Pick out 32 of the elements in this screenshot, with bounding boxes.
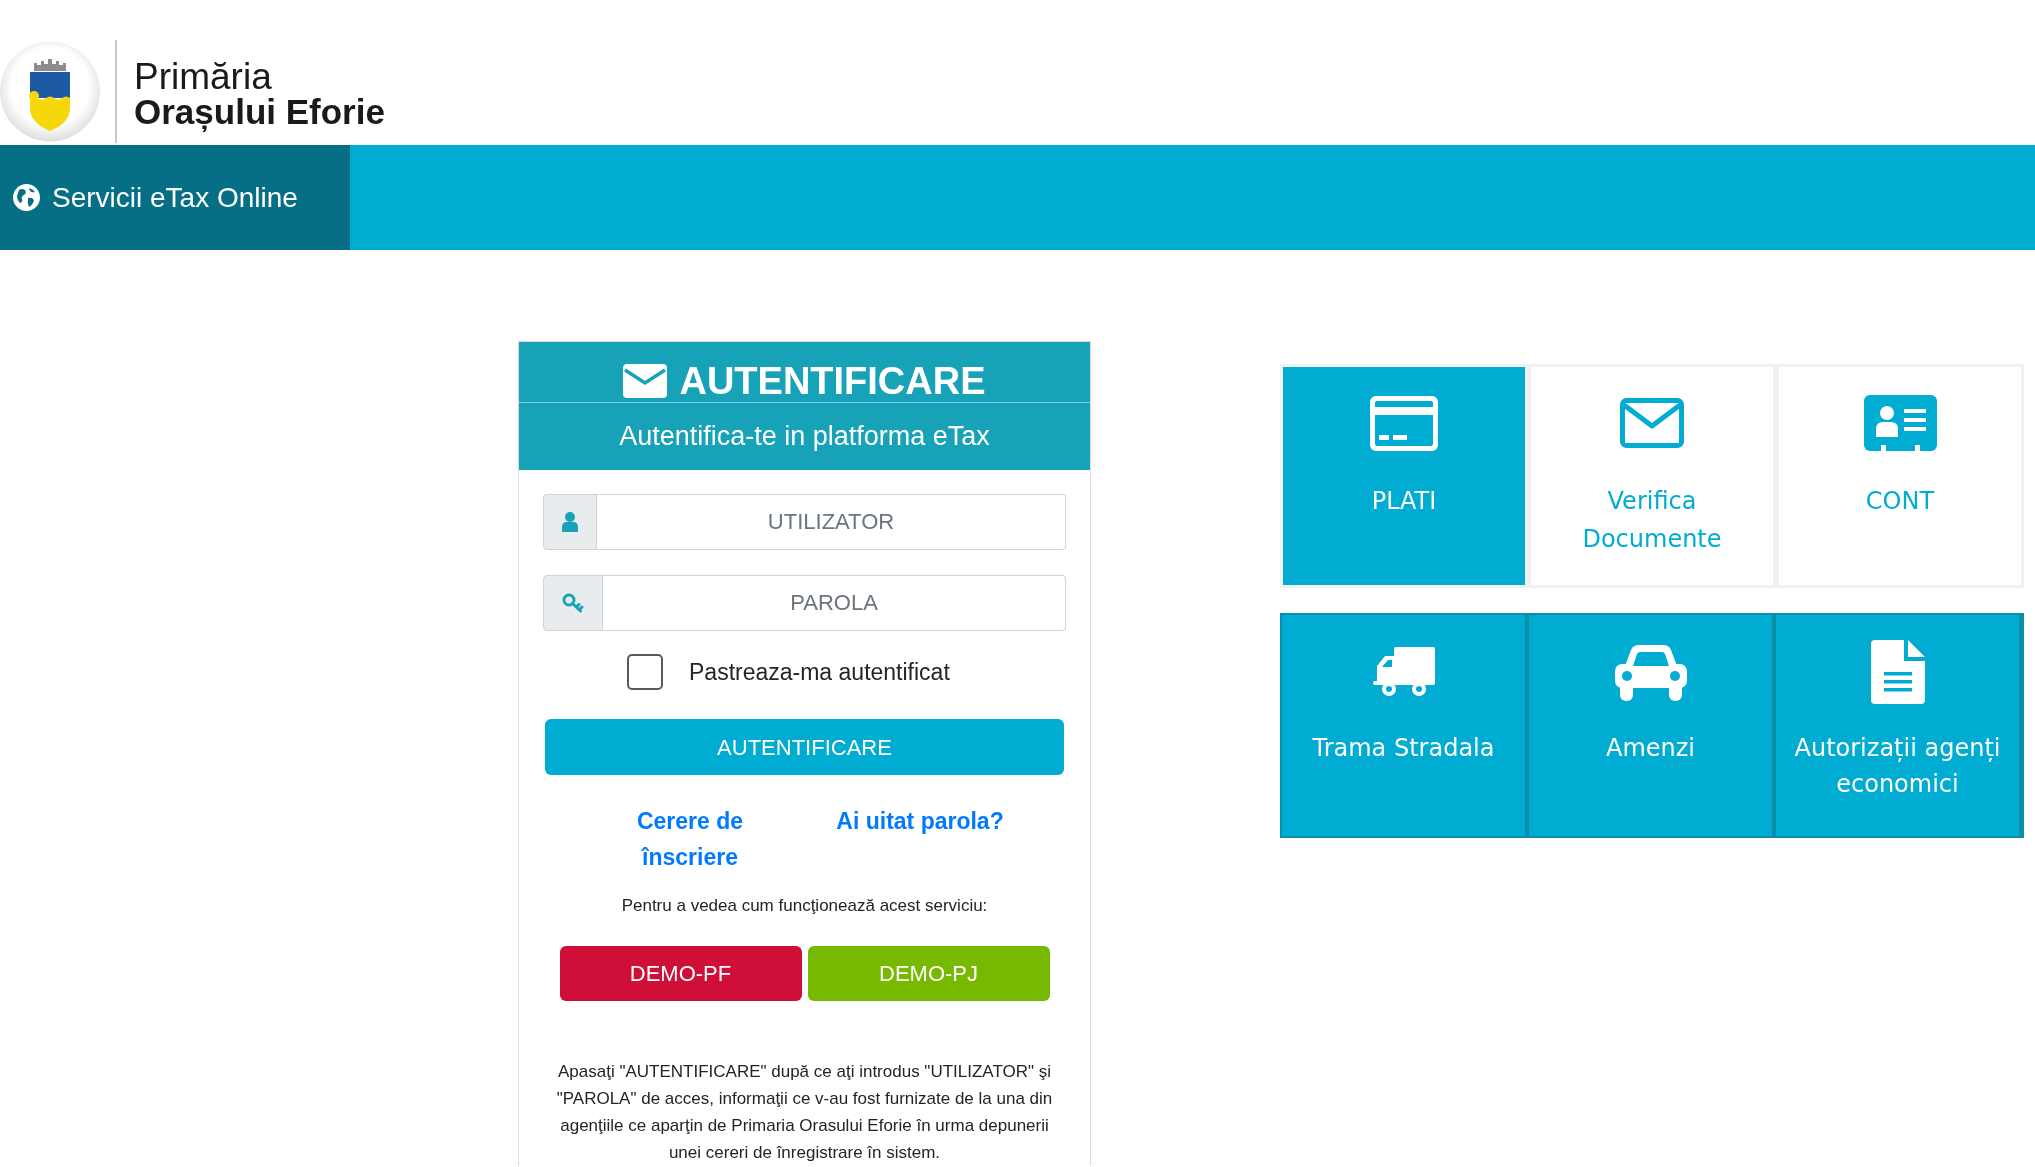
- demo-button[interactable]: DEMO-PJ: [807, 946, 1050, 1001]
- register-link[interactable]: Cerere de înscriere: [615, 803, 765, 875]
- id-card-icon: [1863, 395, 1937, 451]
- service-tile[interactable]: CONT: [1779, 367, 2021, 585]
- service-tile[interactable]: Trama Stradala: [1282, 615, 1525, 836]
- shield-crest-icon: [0, 40, 100, 143]
- demo-intro-text: Pentru a vedea cum funcţionează acest serviciu:: [620, 895, 989, 917]
- logo-text: Primăria: [134, 59, 273, 95]
- key-icon: [562, 593, 584, 613]
- username-field[interactable]: UTILIZATOR: [597, 494, 1066, 550]
- service-tile[interactable]: Amenzi: [1529, 615, 1772, 836]
- user-icon: [562, 512, 578, 532]
- service-tile[interactable]: Verifica Documente: [1531, 367, 1773, 585]
- card-subtitle: Autentifica-te in platforma eTax: [618, 420, 991, 454]
- envelope-icon: [1620, 398, 1684, 448]
- checkbox-label: Pastreaza-ma autentificat: [689, 657, 950, 687]
- credit-card-icon: [1370, 395, 1438, 451]
- service-tile[interactable]: PLATI: [1283, 367, 1525, 585]
- card-title: AUTENTIFICARE: [679, 362, 986, 400]
- nav-brand-link[interactable]: Servicii eTax Online: [0, 145, 350, 250]
- globe-icon: [13, 184, 40, 211]
- demo-button[interactable]: DEMO-PF: [559, 946, 802, 1001]
- service-tile[interactable]: Autorizații agenți economici: [1776, 615, 2019, 836]
- password-field[interactable]: PAROLA: [603, 575, 1066, 631]
- car-icon: [1613, 643, 1688, 701]
- document-icon: [1870, 640, 1925, 704]
- forgot-password-link[interactable]: Ai uitat parola?: [836, 803, 1004, 839]
- submit-button[interactable]: AUTENTIFICARE: [545, 719, 1064, 775]
- checkbox[interactable]: [627, 654, 663, 690]
- instructions-text: Apasaţi "AUTENTIFICARE" după ce aţi introdus "UTILIZATOR" şi "PAROLA" de acces, informaţii ce v-au fost furnizate de la una din agenţiile ce aparţin de Primaria Orasului Eforie în urma depunerii unei cereri de înregistrare în sistem.: [555, 1061, 1054, 1164]
- truck-icon: [1372, 647, 1435, 697]
- envelope-icon: [623, 364, 668, 398]
